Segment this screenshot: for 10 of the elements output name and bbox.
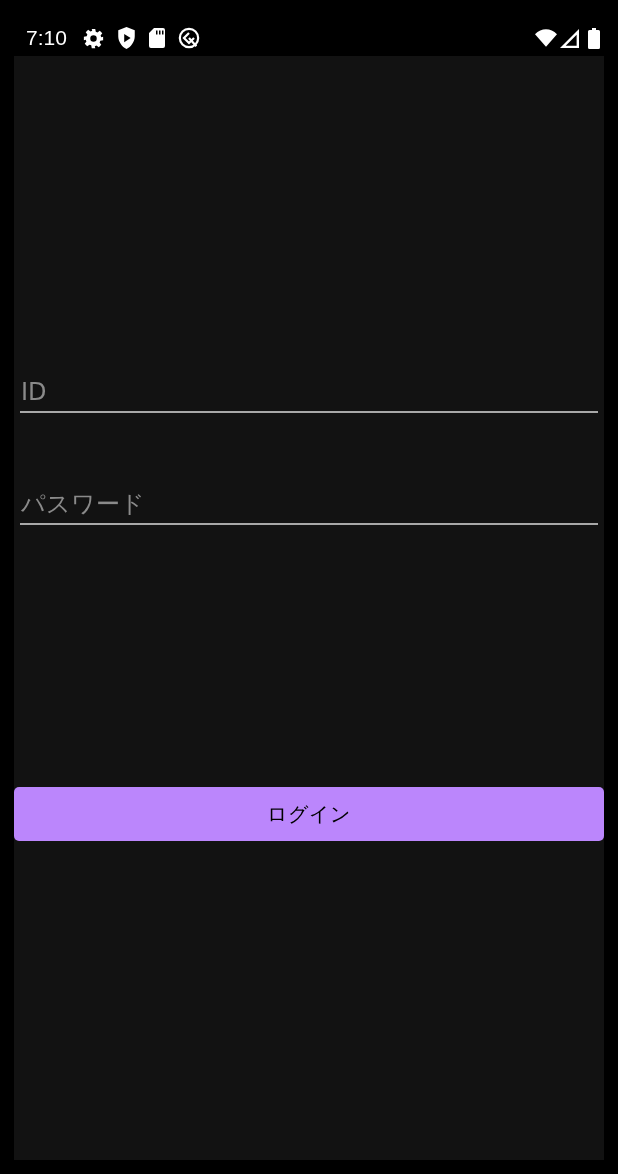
id-field[interactable]: ID [20, 365, 598, 413]
password-field[interactable]: パスワード [20, 477, 598, 525]
cell-signal-icon [560, 28, 579, 48]
clock-time: 7:10 [26, 25, 67, 50]
sd-card-icon [148, 28, 165, 48]
login-button[interactable]: ログイン [14, 787, 604, 841]
shield-play-icon [116, 27, 136, 49]
settings-icon [82, 27, 104, 49]
wifi-icon [535, 29, 557, 47]
battery-icon [588, 27, 600, 49]
